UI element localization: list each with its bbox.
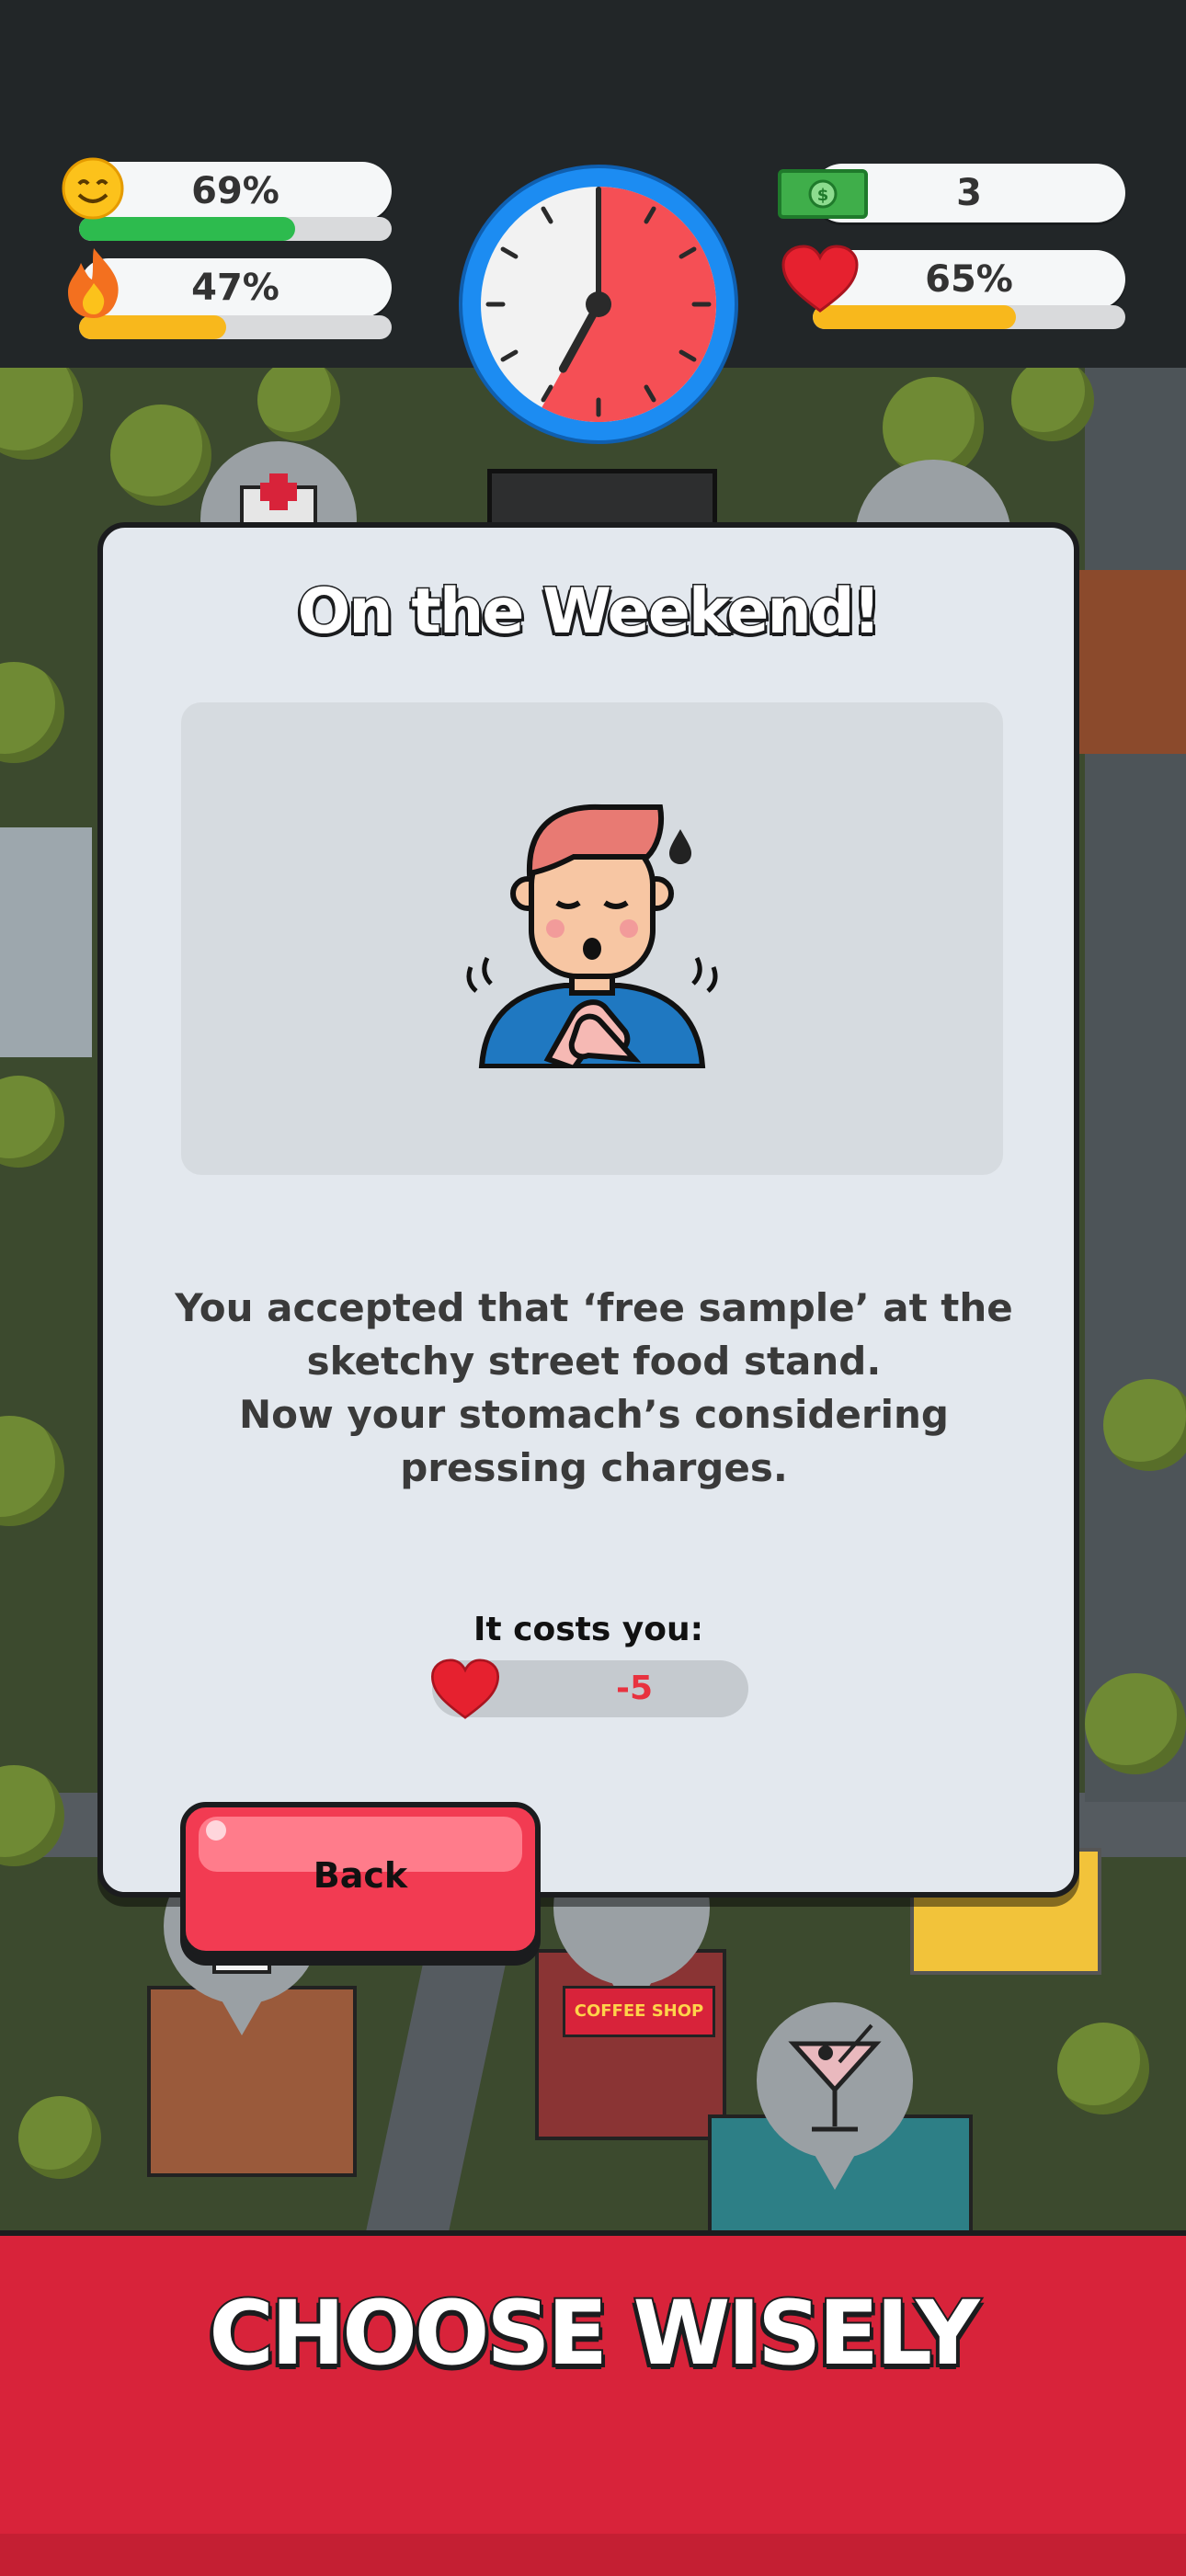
banner-text: CHOOSE WISELY [207,2280,981,2387]
tree [0,1416,64,1526]
back-button-label: Back [313,1855,408,1896]
event-modal: On the Weekend! You accepted that ‘free … [97,522,1079,1898]
event-description: You accepted that ‘free sample’ at the s… [158,1282,1030,1495]
top-hud: 69% 47% 3 $ 65% [0,0,1186,444]
dollar-bill-icon: $ [778,169,868,219]
bottom-banner: CHOOSE WISELY [0,2230,1186,2576]
tree [1085,1673,1186,1774]
coffee-shop-sign: COFFEE SHOP [563,1986,715,2037]
cost-value: -5 [616,1670,653,1707]
happiness-pill: 69% [79,162,392,221]
health-value: 65% [925,258,1013,301]
description-line: pressing charges. [400,1445,788,1490]
description-line: sketchy street food stand. [306,1339,882,1384]
back-button[interactable]: Back [180,1802,541,1956]
happiness-bar [79,217,392,241]
heart-icon [430,1658,500,1719]
tree [0,1076,64,1168]
description-line: You accepted that ‘free sample’ at the [175,1285,1013,1330]
flame-icon [68,248,119,318]
energy-value: 47% [191,267,279,309]
tree [0,368,83,460]
tree [18,2096,101,2179]
tree [257,368,340,441]
modal-title: On the Weekend! [296,575,883,650]
map-building [0,827,92,1057]
clock-timer-icon [459,165,738,444]
tree [110,405,211,506]
heart-icon [781,245,859,313]
svg-text:$: $ [817,186,829,205]
bar-pin[interactable] [757,2002,913,2190]
happiness-value: 69% [191,170,279,212]
sick-man-icon [466,804,718,1068]
description-line: Now your stomach’s considering [239,1392,949,1437]
health-pill: 65% [813,250,1125,309]
smiley-face-icon [62,157,124,220]
banner-shade [0,2534,1186,2576]
cost-label: It costs you: [473,1611,704,1648]
tree [1057,2023,1149,2114]
illustration-panel [181,702,1003,1175]
tree [1011,368,1094,441]
day-timer [454,160,743,449]
cost-pill: -5 [430,1658,748,1719]
map-building [1076,570,1186,754]
cocktail-icon [788,2023,882,2132]
tree [0,662,64,763]
money-value: 3 [956,172,982,214]
coffee-shop-sign-text: COFFEE SHOP [574,2001,704,2021]
tree [1103,1379,1186,1471]
health-bar [813,305,1125,329]
